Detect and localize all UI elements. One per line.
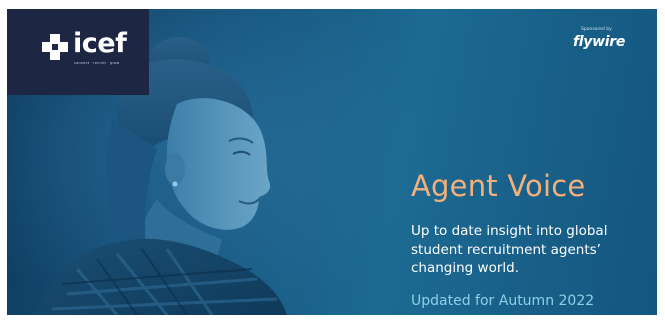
flywire-logo[interactable]: flywire: [573, 34, 625, 50]
icef-logo-text: icef: [73, 28, 127, 59]
sponsor-label: Sponsored by: [581, 27, 612, 32]
icef-cross-icon: [42, 34, 68, 60]
icef-logo-panel[interactable]: icef connect · recruit · grow: [7, 9, 149, 95]
icef-logo-tagline: connect · recruit · grow: [74, 61, 120, 65]
hero-banner: icef connect · recruit · grow Sponsored …: [7, 9, 657, 315]
hero-description: Up to date insight into global student r…: [411, 223, 608, 276]
updated-note: Updated for Autumn 2022: [411, 293, 595, 309]
hero-title: Agent Voice: [411, 169, 586, 203]
